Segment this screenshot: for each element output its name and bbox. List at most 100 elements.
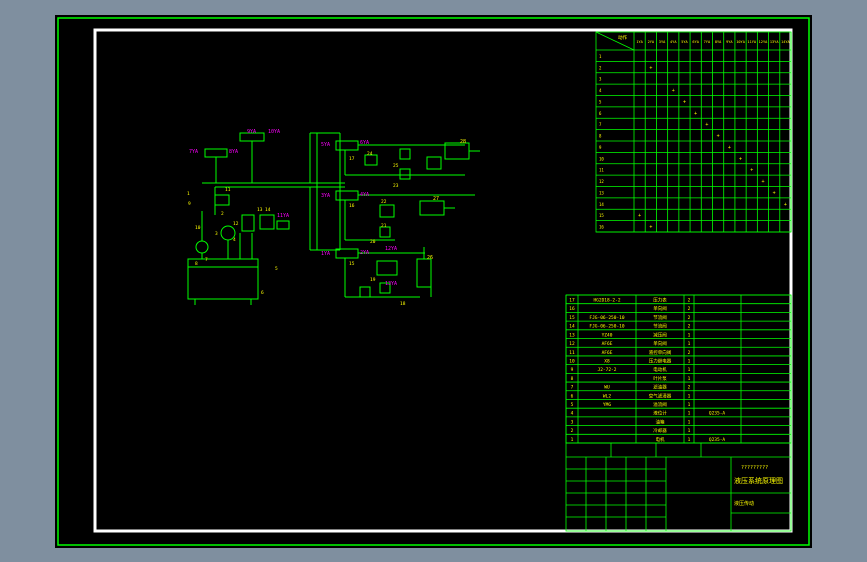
column-header: 8YA — [715, 40, 722, 44]
action-mark: + — [750, 168, 753, 174]
part-qty: 1 — [688, 411, 691, 417]
drawing-title: 液压系统原理图 — [734, 476, 783, 485]
part-qty: 2 — [688, 385, 691, 391]
column-header: 9YA — [726, 40, 733, 44]
part-qty: 1 — [688, 341, 691, 347]
part-qty: 1 — [688, 358, 691, 364]
column-header: 11YA — [747, 40, 756, 44]
header-diagonal — [595, 31, 635, 51]
part-number: 5 — [571, 402, 574, 408]
part-number: 17 — [569, 298, 575, 304]
cylinder-tag: 26 — [427, 255, 433, 261]
part-code: YZ40 — [602, 332, 613, 338]
cylinder-tag: 27 — [433, 196, 439, 202]
row-label: 13 — [599, 190, 604, 195]
coil-label: 1YA — [321, 251, 330, 257]
coil-label: 10YA — [268, 129, 280, 135]
row-label: 9 — [599, 145, 602, 150]
row-label: 15 — [599, 213, 604, 218]
component-number: 1 — [187, 191, 190, 197]
action-mark: + — [773, 190, 776, 196]
coil-label: 5YA — [321, 142, 330, 148]
part-name: 液位计 — [653, 410, 667, 417]
part-number: 3 — [571, 419, 574, 425]
part-number: 15 — [569, 315, 575, 321]
part-qty: 2 — [688, 306, 691, 312]
component-number: 14 — [265, 207, 271, 213]
solenoid-action-table: 动作 1YA 2YA 3YA 4YA 5YA 6YA 7YA 8YA 9YA 10YA 11YA 12Y… — [595, 31, 792, 233]
row-label: 16 — [599, 225, 604, 230]
action-table-frame — [595, 31, 792, 233]
part-name: 电机 — [656, 436, 665, 443]
part-note: Q235-A — [709, 411, 726, 417]
part-number: 6 — [571, 393, 574, 399]
component-number: 20 — [370, 239, 376, 245]
pump-symbol — [195, 240, 209, 254]
component-number: 11 — [225, 187, 231, 193]
part-qty: 2 — [688, 350, 691, 356]
part-name: 节流阀 — [653, 323, 667, 330]
coil-label: 6YA — [360, 140, 369, 146]
component-number: 23 — [393, 183, 399, 189]
row-label: 10 — [599, 156, 604, 161]
filter-symbol — [241, 214, 255, 232]
part-code: AF6E — [602, 350, 613, 356]
part-qty: 1 — [688, 376, 691, 382]
part-code: WL2 — [603, 393, 611, 399]
row-label: 3 — [599, 77, 602, 82]
part-name: 压力继电器 — [649, 357, 672, 364]
coil-label: 12YA — [385, 246, 397, 252]
drawing-code: ????????? — [741, 465, 768, 471]
component-number: 10 — [195, 225, 201, 231]
coil-label: 2YA — [360, 250, 369, 256]
component-number: 2 — [221, 211, 224, 217]
part-name: 减压阀 — [653, 331, 667, 338]
action-mark: + — [705, 122, 708, 128]
part-name: 单向阀 — [653, 340, 667, 347]
part-qty: 2 — [688, 315, 691, 321]
component-number: 6 — [261, 290, 264, 296]
component-number: 7 — [205, 257, 208, 263]
action-mark: + — [739, 156, 742, 162]
coil-label: 7YA — [189, 149, 198, 155]
part-name: 节流阀 — [653, 314, 667, 321]
action-mark: + — [649, 225, 652, 231]
part-code: FJG-06-250-10 — [589, 315, 625, 321]
check-valve — [259, 214, 275, 230]
part-qty: 1 — [688, 393, 691, 399]
part-name: 电动机 — [653, 366, 667, 373]
coil-label: 13YA — [385, 281, 397, 287]
title-block-frame — [565, 442, 792, 532]
check-valve-1b — [399, 168, 411, 180]
check-valve-1 — [399, 148, 411, 160]
drawing-border — [93, 28, 793, 533]
action-mark: + — [683, 99, 686, 105]
part-number: 16 — [569, 306, 575, 312]
component-number: 12 — [233, 221, 239, 227]
column-header: 1YA — [636, 40, 643, 44]
component-number: 16 — [349, 203, 355, 209]
cad-drawing: 9YA 10YA7YA 8YA5YA 6YA3YA 4YA1YA 2YA11YA12YA1… — [57, 17, 810, 546]
component-number: 24 — [367, 151, 373, 157]
part-name: 溢流阀 — [653, 401, 667, 408]
part-number: 1 — [571, 437, 574, 443]
coil-label: 3YA — [321, 193, 330, 199]
component-number: 22 — [381, 199, 387, 205]
row-label: 11 — [599, 168, 604, 173]
part-name: 冷却器 — [653, 427, 667, 434]
component-number: 19 — [370, 277, 376, 283]
part-qty: 1 — [688, 332, 691, 338]
column-header: 2YA — [648, 40, 655, 44]
part-qty: 2 — [688, 298, 691, 304]
row-label: 4 — [599, 88, 602, 93]
part-qty: 1 — [688, 402, 691, 408]
part-number: 12 — [569, 341, 575, 347]
oil-tank — [187, 258, 259, 300]
parts-list: 17 HG2D18-2-2 压力表 216 单向阀 215 FJG-06-250-10 节流阀… — [565, 294, 792, 444]
column-header: 14YA — [781, 40, 790, 44]
column-header: 4YA — [670, 40, 677, 44]
part-number: 13 — [569, 332, 575, 338]
component-number: 9 — [188, 201, 191, 207]
title-block: ????????? 液压系统原理图液压传动 — [565, 442, 792, 532]
check-valve-3b — [359, 286, 371, 298]
